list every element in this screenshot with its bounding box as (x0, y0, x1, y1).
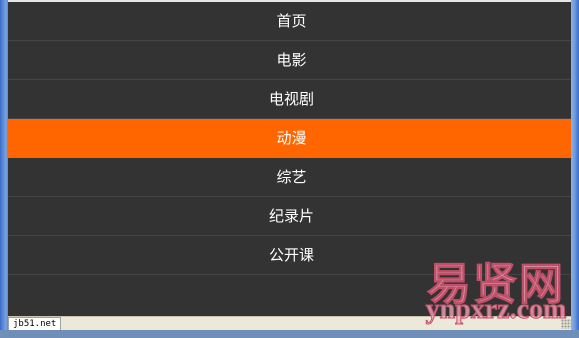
page-viewport: 首页 电影 电视剧 动漫 综艺 纪录片 公开课 (8, 0, 575, 316)
menu-item-open-course[interactable]: 公开课 (8, 236, 575, 275)
status-zone-label: jb51.net (8, 317, 62, 331)
menu-item-variety[interactable]: 综艺 (8, 158, 575, 197)
nav-menu: 首页 电影 电视剧 动漫 综艺 纪录片 公开课 (8, 2, 575, 275)
status-bar: jb51.net (8, 316, 571, 331)
menu-item-anime[interactable]: 动漫 (8, 119, 575, 158)
resize-grip-icon[interactable] (561, 319, 571, 329)
menu-item-tv-series[interactable]: 电视剧 (8, 80, 575, 119)
taskbar-strip (0, 330, 579, 338)
menu-item-documentary[interactable]: 纪录片 (8, 197, 575, 236)
window-right-border (571, 0, 579, 338)
browser-window: 首页 电影 电视剧 动漫 综艺 纪录片 公开课 jb51.net (0, 0, 579, 338)
menu-item-movies[interactable]: 电影 (8, 41, 575, 80)
menu-item-home[interactable]: 首页 (8, 2, 575, 41)
